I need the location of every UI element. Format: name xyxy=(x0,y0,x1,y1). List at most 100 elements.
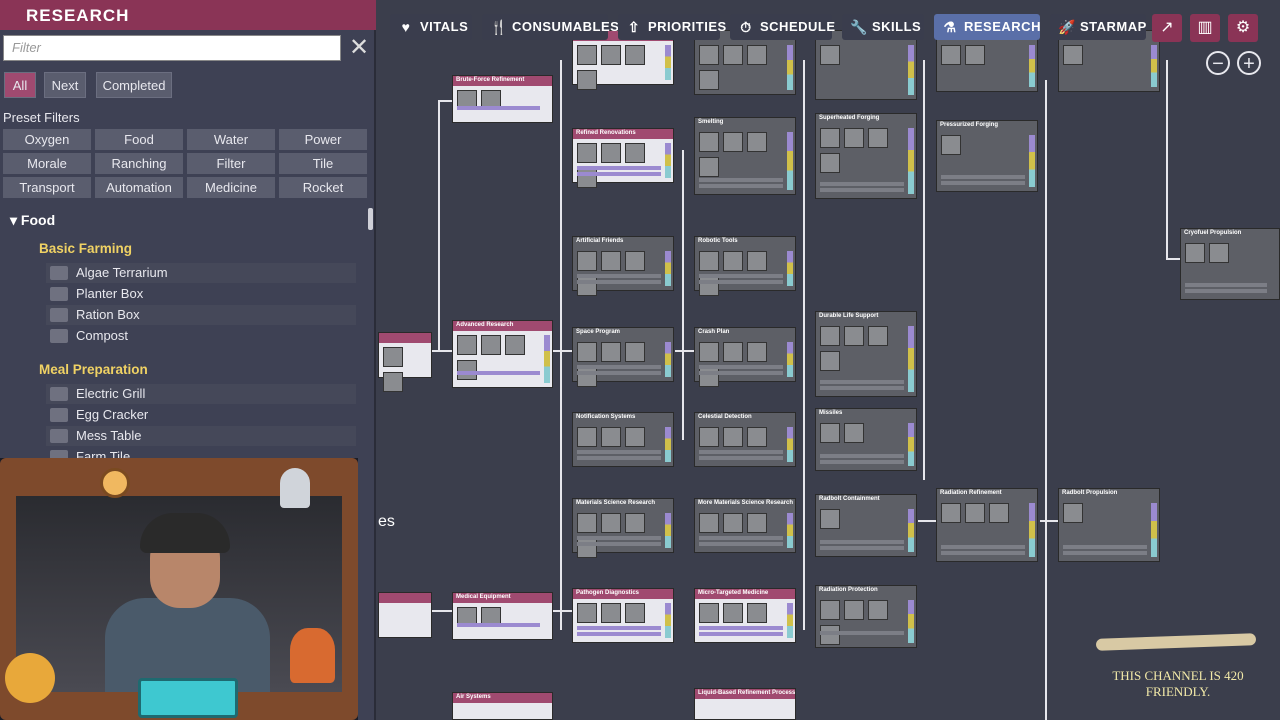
preset-automation[interactable]: Automation xyxy=(95,177,183,198)
research-node-smelting[interactable]: Smelting xyxy=(694,117,796,195)
preset-transport[interactable]: Transport xyxy=(3,177,91,198)
tree-connector xyxy=(803,60,805,630)
tree-connector xyxy=(560,60,562,630)
settings-gear-icon[interactable]: ⚙ xyxy=(1228,14,1258,42)
zoom-in-icon[interactable]: + xyxy=(1237,51,1261,75)
building-compost[interactable]: Compost xyxy=(46,326,356,346)
research-node-more-materials[interactable]: More Materials Science Research xyxy=(694,498,796,553)
webcam-overlay xyxy=(0,458,358,720)
close-icon[interactable]: ✕ xyxy=(346,36,372,62)
research-node-radbolt-containment[interactable]: Radbolt Containment xyxy=(815,494,917,557)
research-node-pathogen[interactable]: Pathogen Diagnostics xyxy=(572,588,674,643)
preset-water[interactable]: Water xyxy=(187,129,275,150)
preset-food[interactable]: Food xyxy=(95,129,183,150)
tab-priorities[interactable]: ⇧ PRIORITIES xyxy=(618,14,726,40)
tree-connector xyxy=(438,100,440,350)
research-node-partial-left[interactable] xyxy=(378,332,432,392)
tree-connector xyxy=(1045,80,1047,720)
research-node-materials-science[interactable]: Materials Science Research xyxy=(572,498,674,558)
clock-icon: ⏱ xyxy=(740,19,752,35)
priority-icon: ⇧ xyxy=(627,19,641,35)
tab-schedule[interactable]: ⏱ SCHEDULE xyxy=(730,14,835,40)
electric-grill-icon xyxy=(50,387,68,401)
gauge-icon xyxy=(100,468,130,498)
filter-input[interactable]: Filter xyxy=(3,35,341,61)
codex-book-icon[interactable]: ▥ xyxy=(1190,14,1220,42)
research-node-superheated-forging[interactable]: Superheated Forging xyxy=(815,113,917,199)
sidebar-title: RESEARCH xyxy=(0,0,376,30)
tree-connector xyxy=(918,520,938,522)
tab-vitals[interactable]: ♥ VITALS xyxy=(390,14,472,40)
egg-cracker-icon xyxy=(50,408,68,422)
group-meal-preparation: Meal Preparation xyxy=(39,362,148,377)
preset-power[interactable]: Power xyxy=(279,129,367,150)
building-mess-table[interactable]: Mess Table xyxy=(46,426,356,446)
tree-connector xyxy=(682,150,684,440)
preset-rocket[interactable]: Rocket xyxy=(279,177,367,198)
tree-connector xyxy=(923,60,925,480)
tree-connector xyxy=(432,350,452,352)
planter-box-icon xyxy=(50,287,68,301)
flask-icon: ⚗ xyxy=(943,19,957,35)
building-planter-box[interactable]: Planter Box xyxy=(46,284,356,304)
zoom-out-icon[interactable]: − xyxy=(1206,51,1230,75)
research-node-cryofuel[interactable]: Cryofuel Propulsion xyxy=(1180,228,1280,300)
tree-connector xyxy=(1040,520,1060,522)
tree-connector xyxy=(675,350,695,352)
research-node-advanced-research[interactable]: Advanced Research xyxy=(452,320,553,388)
rocket-icon: 🚀 xyxy=(1058,19,1076,35)
building-electric-grill[interactable]: Electric Grill xyxy=(46,384,356,404)
preset-ranching[interactable]: Ranching xyxy=(95,153,183,174)
research-node-medical-equipment[interactable]: Medical Equipment xyxy=(452,592,553,640)
research-node-crash-plan[interactable]: Crash Plan xyxy=(694,327,796,387)
building-egg-cracker[interactable]: Egg Cracker xyxy=(46,405,356,425)
heart-icon: ♥ xyxy=(401,19,411,35)
group-basic-farming: Basic Farming xyxy=(39,241,133,256)
chevron-down-icon: ▾ xyxy=(10,212,21,228)
building-ration-box[interactable]: Ration Box xyxy=(46,305,356,325)
research-node-partial-left-2[interactable] xyxy=(378,592,432,638)
research-node-pressurized-forging[interactable]: Pressurized Forging xyxy=(936,120,1038,192)
segment-next[interactable]: Next xyxy=(44,72,86,98)
tree-connector xyxy=(1166,258,1180,260)
tree-connector xyxy=(432,610,452,612)
channel-overlay-text: THIS CHANNEL IS 420 FRIENDLY. xyxy=(1112,668,1244,699)
scrollbar-thumb[interactable] xyxy=(368,208,373,230)
category-food[interactable]: ▾ Food xyxy=(10,212,55,229)
building-algae-terrarium[interactable]: Algae Terrarium xyxy=(46,263,356,283)
preset-medicine[interactable]: Medicine xyxy=(187,177,275,198)
duplicant-right-icon xyxy=(290,628,335,683)
research-node-radbolt-propulsion[interactable]: Radbolt Propulsion xyxy=(1058,488,1160,562)
compost-icon xyxy=(50,329,68,343)
tree-connector xyxy=(553,610,573,612)
research-node-micro-targeted[interactable]: Micro-Targeted Medicine xyxy=(694,588,796,643)
research-node-missiles[interactable]: Missiles xyxy=(815,408,917,471)
report-chart-icon[interactable]: ↗ xyxy=(1152,14,1182,42)
segment-completed[interactable]: Completed xyxy=(96,72,172,98)
research-node-artificial-friends[interactable]: Artificial Friends xyxy=(572,236,674,296)
research-node-celestial[interactable]: Celestial Detection xyxy=(694,412,796,467)
research-node-space-program[interactable]: Space Program xyxy=(572,327,674,387)
research-node-robotic-tools[interactable]: Robotic Tools xyxy=(694,236,796,296)
preset-filter[interactable]: Filter xyxy=(187,153,275,174)
preset-filters-label: Preset Filters xyxy=(3,110,80,125)
research-node-radiation-protection[interactable]: Radiation Protection xyxy=(815,585,917,648)
research-node-notification[interactable]: Notification Systems xyxy=(572,412,674,467)
duplicant-left-icon xyxy=(5,653,55,703)
tab-consumables[interactable]: 🍴 CONSUMABLES xyxy=(482,14,619,40)
research-node-refined-renovations[interactable]: Refined Renovations xyxy=(572,128,674,188)
mess-table-icon xyxy=(50,429,68,443)
research-node-radiation-refinement[interactable]: Radiation Refinement xyxy=(936,488,1038,562)
research-node-liquid-refinement[interactable]: Liquid-Based Refinement Processes xyxy=(694,688,796,720)
research-node-hvac[interactable]: Air Systems xyxy=(452,692,553,720)
preset-oxygen[interactable]: Oxygen xyxy=(3,129,91,150)
preset-morale[interactable]: Morale xyxy=(3,153,91,174)
research-node-durable-life[interactable]: Durable Life Support xyxy=(815,311,917,397)
segment-all[interactable]: All xyxy=(4,72,36,98)
tab-skills[interactable]: 🔧 SKILLS xyxy=(842,14,924,40)
tab-starmap[interactable]: 🚀 STARMAP xyxy=(1050,14,1146,40)
tab-research[interactable]: ⚗ RESEARCH xyxy=(934,14,1040,40)
tree-connector xyxy=(438,100,452,102)
research-node-brute-force[interactable]: Brute-Force Refinement xyxy=(452,75,553,123)
preset-tile[interactable]: Tile xyxy=(279,153,367,174)
